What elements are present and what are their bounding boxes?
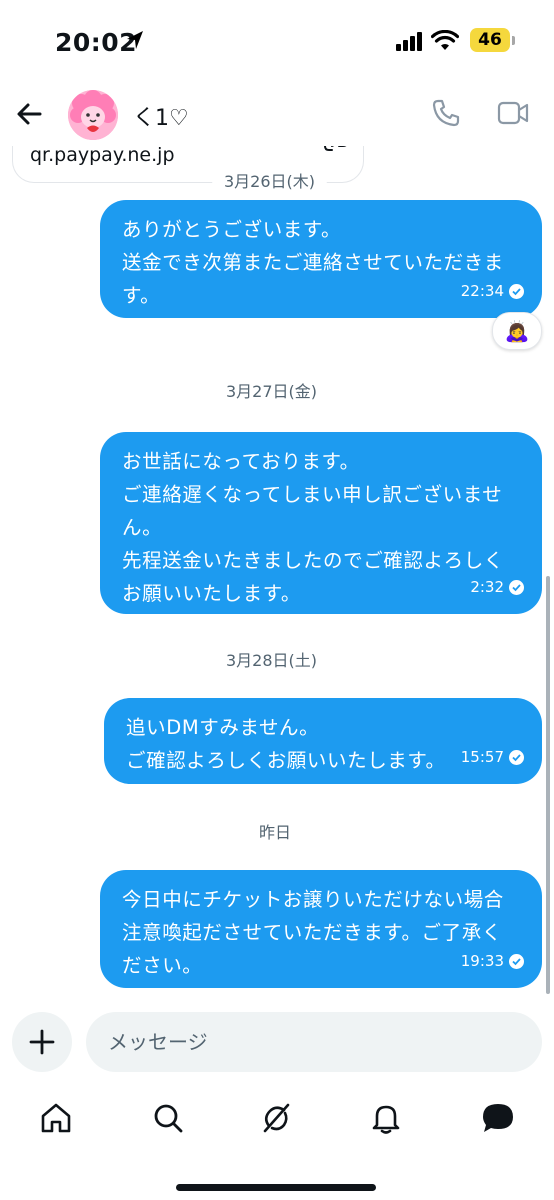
grok-icon — [263, 1103, 290, 1133]
reaction-badge[interactable]: 🙇‍♀️ — [492, 312, 542, 350]
message-meta: 19:33 — [461, 945, 524, 978]
phone-icon[interactable] — [431, 98, 461, 132]
link-url: qr.paypay.ne.jp — [30, 146, 175, 166]
read-check-icon — [509, 284, 524, 299]
battery-cap — [512, 36, 515, 45]
add-media-button[interactable] — [12, 1012, 72, 1072]
home-indicator — [176, 1184, 376, 1191]
avatar[interactable] — [68, 90, 118, 140]
conversation-header: く1♡ — [0, 84, 554, 146]
message-meta: 22:34 — [461, 275, 524, 308]
read-check-icon — [509, 750, 524, 765]
contact-name[interactable]: く1♡ — [133, 100, 189, 132]
video-camera-icon[interactable] — [497, 100, 529, 130]
wifi-icon — [430, 29, 460, 56]
cellular-signal-icon — [396, 31, 424, 55]
nav-search[interactable] — [138, 1088, 198, 1148]
read-check-icon — [509, 580, 524, 595]
plus-icon — [29, 1029, 55, 1055]
nav-messages[interactable] — [468, 1088, 528, 1148]
date-separator: 3月28日(土) — [226, 651, 318, 670]
nav-grok[interactable] — [246, 1088, 306, 1148]
bell-icon — [372, 1105, 400, 1134]
read-check-icon — [509, 954, 524, 969]
message-time: 2:32 — [470, 578, 504, 596]
home-icon — [41, 1103, 71, 1133]
battery-indicator: 46 — [470, 28, 510, 52]
message-bubble[interactable]: 追いDMすみません。 ご確認よろしくお願いいたします。 15:57 — [104, 698, 542, 784]
arrow-left-icon[interactable] — [14, 98, 46, 130]
link-icon — [323, 146, 349, 158]
date-separator: 昨日 — [259, 823, 292, 842]
bottom-navigation — [0, 1088, 554, 1148]
message-input[interactable]: メッセージ — [86, 1012, 542, 1072]
nav-home[interactable] — [26, 1088, 86, 1148]
status-bar: 20:02 46 — [0, 0, 554, 84]
date-separator: 3月26日(木) — [212, 164, 328, 196]
message-time: 19:33 — [460, 952, 504, 970]
message-icon — [483, 1104, 513, 1132]
message-time: 22:34 — [460, 282, 504, 300]
message-bubble[interactable]: お世話になっております。 ご連絡遅くなってしまい申し訳ございませ ん。 先程送金… — [100, 432, 542, 614]
location-arrow-icon — [125, 29, 145, 55]
date-separator: 3月27日(金) — [226, 382, 318, 401]
message-bubble[interactable]: ありがとうございます。 送金でき次第またご連絡させていただきま す。 22:34 — [100, 200, 542, 318]
message-meta: 15:57 — [461, 741, 524, 774]
message-meta: 2:32 — [470, 571, 524, 604]
scrollbar[interactable] — [546, 576, 550, 994]
message-bubble[interactable]: 今日中にチケットお譲りいただけない場合 注意喚起ださせていただきます。ご了承く … — [100, 870, 542, 988]
message-composer: メッセージ — [0, 1010, 554, 1074]
nav-notifications[interactable] — [356, 1088, 416, 1148]
message-time: 15:57 — [460, 748, 504, 766]
message-text: お世話になっております。 ご連絡遅くなってしまい申し訳ございませ ん。 先程送金… — [122, 450, 504, 605]
message-thread[interactable]: qr.paypay.ne.jp 3月26日(木) ありがとうございます。 送金で… — [0, 146, 554, 998]
search-icon — [154, 1104, 183, 1133]
